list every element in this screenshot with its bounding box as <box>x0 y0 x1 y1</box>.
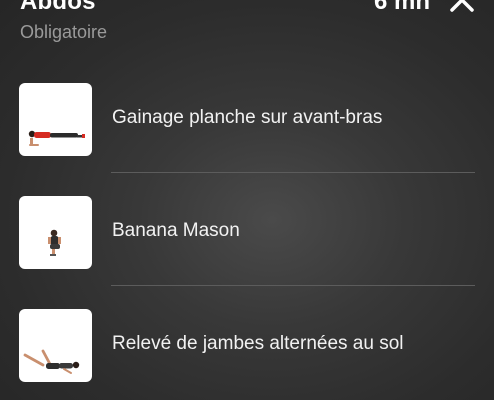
exercise-thumbnail <box>19 83 92 156</box>
collapse-button[interactable] <box>448 0 476 14</box>
exercise-row[interactable]: Gainage planche sur avant-bras <box>0 60 494 173</box>
exercise-thumbnail <box>19 196 92 269</box>
section-duration: 6 mn <box>373 0 430 15</box>
workout-section-header: Abdos Obligatoire 6 mn <box>0 0 494 60</box>
exercise-label: Relevé de jambes alternées au sol <box>112 333 404 354</box>
leg-raise-exercise-icon <box>23 349 80 374</box>
exercise-label: Gainage planche sur avant-bras <box>112 107 383 128</box>
exercise-thumbnail <box>19 309 92 382</box>
exercise-label: Banana Mason <box>112 220 240 241</box>
chevron-up-icon <box>450 0 474 12</box>
section-title: Abdos <box>20 0 96 15</box>
plank-exercise-icon <box>28 130 85 146</box>
exercise-row[interactable]: Relevé de jambes alternées au sol <box>0 286 494 399</box>
exercise-row[interactable]: Banana Mason <box>0 173 494 286</box>
banana-mason-exercise-icon <box>48 229 61 256</box>
section-subtitle: Obligatoire <box>20 22 108 42</box>
